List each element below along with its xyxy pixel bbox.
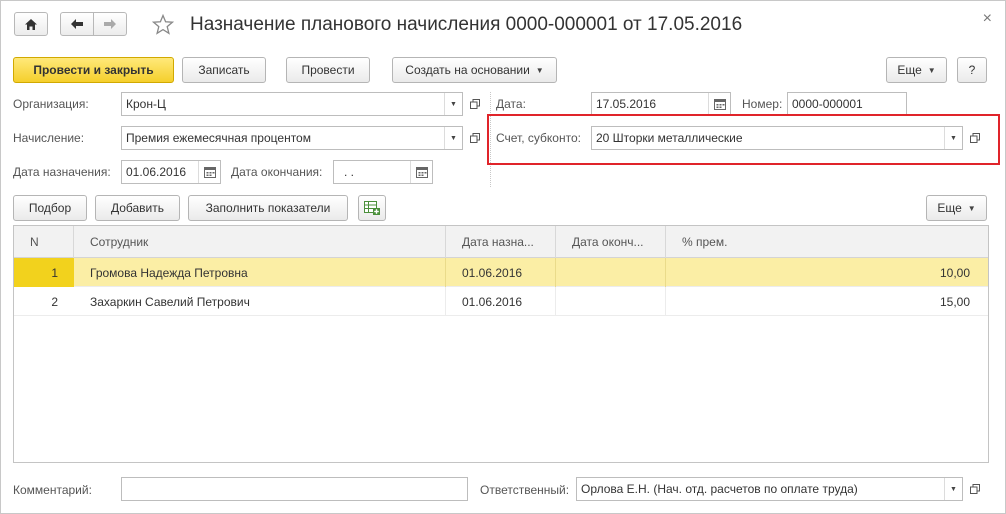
favorite-star-icon[interactable]	[152, 14, 174, 35]
number-label: Номер:	[742, 97, 783, 111]
save-button[interactable]: Записать	[182, 57, 266, 83]
accrual-value: Премия ежемесячная процентом	[126, 131, 311, 145]
employee-cell: Громова Надежда Петровна	[74, 258, 446, 287]
create-based-on-label: Создать на основании	[405, 63, 530, 77]
start-date-cell: 01.06.2016	[446, 287, 556, 316]
dropdown-arrow-icon[interactable]: ▼	[944, 478, 962, 500]
column-header-start-date[interactable]: Дата назна...	[446, 226, 556, 258]
accrual-open-icon[interactable]	[465, 126, 485, 150]
close-icon[interactable]: ×	[983, 10, 992, 28]
more-actions-label: Еще	[897, 63, 922, 77]
employee-cell: Захаркин Савелий Петрович	[74, 287, 446, 316]
start-date-cell: 01.06.2016	[446, 258, 556, 287]
help-button[interactable]: ?	[957, 57, 987, 83]
dropdown-arrow-icon: ▼	[927, 65, 936, 75]
organization-value: Крон-Ц	[126, 97, 166, 111]
forward-arrow-icon	[103, 18, 117, 30]
post-button[interactable]: Провести	[286, 57, 370, 83]
home-button[interactable]	[14, 12, 48, 36]
pick-button[interactable]: Подбор	[13, 195, 87, 221]
back-arrow-icon	[70, 18, 84, 30]
accrual-label: Начисление:	[13, 131, 85, 145]
organization-label: Организация:	[13, 97, 89, 111]
calendar-icon[interactable]	[410, 161, 432, 183]
more-actions-button[interactable]: Еще ▼	[886, 57, 947, 83]
dropdown-arrow-icon: ▼	[967, 203, 976, 213]
dropdown-arrow-icon[interactable]: ▼	[444, 93, 462, 115]
date-value: 17.05.2016	[596, 97, 657, 111]
employees-table[interactable]: N Сотрудник Дата назна... Дата оконч... …	[13, 225, 989, 463]
column-header-bonus-pct[interactable]: % прем.	[666, 226, 988, 258]
organization-field[interactable]: Крон-Ц ▼	[121, 92, 463, 116]
create-based-on-button[interactable]: Создать на основании ▼	[392, 57, 557, 83]
row-number: 2	[51, 294, 58, 309]
responsible-label: Ответственный:	[480, 483, 570, 497]
end-date-field[interactable]: . .	[333, 160, 433, 184]
table-header: N Сотрудник Дата назна... Дата оконч... …	[14, 226, 988, 258]
responsible-value: Орлова Е.Н. (Нач. отд. расчетов по оплат…	[581, 482, 858, 496]
assign-date-field[interactable]: 01.06.2016	[121, 160, 221, 184]
responsible-open-icon[interactable]	[965, 477, 985, 501]
assign-date-value: 01.06.2016	[126, 165, 187, 179]
date-field[interactable]: 17.05.2016	[591, 92, 731, 116]
end-date-label: Дата окончания:	[231, 165, 323, 179]
table-add-icon	[364, 201, 380, 215]
dropdown-arrow-icon[interactable]: ▼	[444, 127, 462, 149]
end-date-value: . .	[344, 165, 355, 179]
responsible-field[interactable]: Орлова Е.Н. (Нач. отд. расчетов по оплат…	[576, 477, 963, 501]
highlight-frame	[487, 114, 1000, 165]
column-header-employee[interactable]: Сотрудник	[74, 226, 446, 258]
table-more-button[interactable]: Еще ▼	[926, 195, 987, 221]
comment-label: Комментарий:	[13, 483, 92, 497]
fill-indicators-button[interactable]: Заполнить показатели	[188, 195, 348, 221]
bonus-pct-cell: 10,00	[939, 265, 970, 280]
bonus-pct-cell: 15,00	[939, 294, 970, 309]
page-title: Назначение планового начисления 0000-000…	[190, 14, 743, 35]
post-and-close-button[interactable]: Провести и закрыть	[13, 57, 174, 83]
table-row[interactable]: 2 Захаркин Савелий Петрович 01.06.2016 1…	[14, 287, 988, 316]
comment-input[interactable]	[121, 477, 468, 501]
date-label: Дата:	[496, 97, 526, 111]
forward-button[interactable]	[93, 12, 127, 36]
home-icon	[24, 18, 38, 31]
calendar-icon[interactable]	[198, 161, 220, 183]
accrual-field[interactable]: Премия ежемесячная процентом ▼	[121, 126, 463, 150]
add-row-button[interactable]: Добавить	[95, 195, 180, 221]
table-more-label: Еще	[937, 201, 962, 215]
row-number: 1	[14, 258, 74, 287]
end-date-cell	[556, 287, 666, 316]
table-add-button[interactable]	[358, 195, 386, 221]
dropdown-arrow-icon: ▼	[535, 65, 544, 75]
column-header-end-date[interactable]: Дата оконч...	[556, 226, 666, 258]
end-date-cell	[556, 258, 666, 287]
back-button[interactable]	[60, 12, 94, 36]
number-value: 0000-000001	[792, 97, 863, 111]
organization-open-icon[interactable]	[465, 92, 485, 116]
number-field[interactable]: 0000-000001	[787, 92, 907, 116]
table-row[interactable]: 1 Громова Надежда Петровна 01.06.2016 10…	[14, 258, 988, 287]
assign-date-label: Дата назначения:	[13, 165, 111, 179]
calendar-icon[interactable]	[708, 93, 730, 115]
column-header-n[interactable]: N	[14, 226, 74, 258]
